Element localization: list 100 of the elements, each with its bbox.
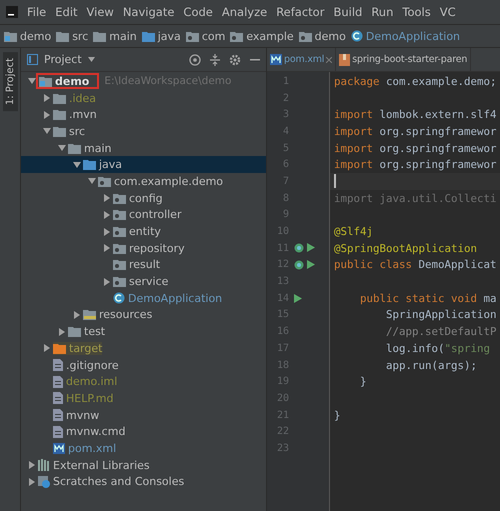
menu-item[interactable]: Run <box>371 5 394 19</box>
code-line: app.run(args); <box>385 358 478 372</box>
tree-row[interactable]: DemoApplication <box>21 290 266 307</box>
collapse-arrow-icon[interactable] <box>28 77 36 86</box>
menu-item[interactable]: VC <box>440 5 456 19</box>
maven-icon <box>270 54 282 65</box>
breadcrumb[interactable]: src <box>56 30 88 42</box>
tree-row[interactable]: Scratches and Consoles <box>21 474 266 490</box>
tree-row[interactable]: .idea <box>21 90 266 106</box>
package-icon <box>298 30 312 42</box>
menu-item[interactable]: Edit <box>55 5 78 19</box>
menu-item[interactable]: Navigate <box>122 5 174 19</box>
tree-row[interactable]: java <box>21 156 266 174</box>
class-icon <box>350 30 363 42</box>
breadcrumb[interactable]: DemoApplication <box>350 30 460 42</box>
close-icon[interactable] <box>326 56 332 62</box>
settings-icon[interactable] <box>229 54 241 66</box>
tree-item-label: service <box>129 275 168 288</box>
package-icon <box>98 176 111 187</box>
bean-icon[interactable] <box>294 260 304 270</box>
dropdown-icon[interactable] <box>88 57 95 62</box>
package-icon <box>113 242 126 254</box>
tree-item-label: demo <box>55 74 90 88</box>
package-icon <box>186 30 199 42</box>
tree-row[interactable]: service <box>21 273 266 290</box>
tree-row[interactable]: pom.xml <box>21 440 266 457</box>
panel-title[interactable]: Project <box>44 53 82 66</box>
minimize-icon[interactable] <box>250 58 260 60</box>
menu-item[interactable]: Build <box>333 5 362 19</box>
folder-icon <box>53 342 66 354</box>
code-line: public static void ma <box>359 292 497 305</box>
editor-tab[interactable]: spring-boot-starter-paren <box>336 48 472 71</box>
folder-icon <box>93 30 106 42</box>
breadcrumb[interactable]: demo <box>298 30 346 42</box>
tree-item-label: External Libraries <box>53 458 150 472</box>
folder-icon <box>83 309 96 320</box>
folder-icon <box>68 326 81 338</box>
tree-item-label: controller <box>129 208 182 222</box>
folder-icon <box>83 159 96 170</box>
target-icon[interactable] <box>189 54 201 66</box>
tree-row[interactable]: demo.iml <box>21 373 266 390</box>
library-icon <box>38 459 50 472</box>
code-line: //app.setDefaultP <box>385 325 497 338</box>
code-line: import java.util.Collecti <box>334 192 497 205</box>
tree-row[interactable]: .gitignore <box>21 356 266 374</box>
expand-arrow-icon[interactable] <box>102 278 110 286</box>
menu-item[interactable]: Code <box>183 5 213 19</box>
tree-row[interactable]: config <box>21 190 266 206</box>
tree-row[interactable]: target <box>21 340 266 357</box>
tree-item-label: target <box>69 342 102 355</box>
run-icon[interactable] <box>294 294 302 303</box>
file-icon <box>53 392 63 404</box>
tree-row[interactable]: External Libraries <box>21 456 266 474</box>
package-icon <box>230 30 244 42</box>
menu-item[interactable]: Refactor <box>276 5 324 19</box>
side-tab[interactable]: 1: Project <box>2 52 18 112</box>
tree-item-label: mvnw.cmd <box>66 425 126 438</box>
tree-row[interactable]: test <box>21 323 266 340</box>
code-line: @Slf4j <box>334 225 374 238</box>
tree-item-label: resources <box>99 308 152 322</box>
tree-row[interactable]: entity <box>21 223 266 240</box>
tree-row[interactable]: src <box>21 123 266 140</box>
tree-row[interactable]: result <box>21 256 266 274</box>
tree-item-label: main <box>84 142 112 155</box>
tree-row[interactable]: mvnw <box>21 406 266 424</box>
code-line: import lombok.extern.slf4 <box>334 108 497 122</box>
menu-item[interactable]: Analyze <box>222 5 268 19</box>
menu-item[interactable]: View <box>86 5 114 19</box>
tree-row[interactable]: com.example.demo <box>21 173 266 190</box>
breadcrumb[interactable]: demo <box>4 30 52 42</box>
tree-item-label: repository <box>129 242 185 255</box>
collapse-all-icon[interactable] <box>210 54 220 66</box>
tree-item-label: DemoApplication <box>128 292 222 305</box>
code-line: } <box>334 408 341 422</box>
breadcrumb[interactable]: example <box>230 30 294 42</box>
breadcrumb[interactable]: main <box>93 30 137 42</box>
breadcrumb[interactable]: com <box>186 30 226 42</box>
tree-item-label: src <box>69 124 86 138</box>
breadcrumb[interactable]: java <box>142 30 181 42</box>
tree-row[interactable]: resources <box>21 306 266 324</box>
menu-item[interactable]: File <box>27 5 46 19</box>
bean-icon[interactable] <box>294 243 304 254</box>
tree-row[interactable]: main <box>21 140 266 156</box>
editor-tab[interactable]: pom.xml <box>267 48 336 71</box>
tree-item-label: Scratches and Consoles <box>53 475 184 488</box>
menu-item[interactable]: Tools <box>402 5 431 19</box>
tree-row[interactable]: .mvn <box>21 106 266 124</box>
tree-row[interactable]: HELP.md <box>21 390 266 407</box>
app-logo-icon <box>6 6 18 18</box>
tree-row[interactable]: repository <box>21 240 266 257</box>
tree-item-label: HELP.md <box>66 392 114 405</box>
module-icon <box>4 30 17 42</box>
package-icon <box>113 209 126 220</box>
code-line: log.info("spring <box>385 342 490 355</box>
code-line: SpringApplication <box>385 308 497 322</box>
tree-row[interactable]: mvnw.cmd <box>21 423 266 440</box>
file-icon <box>53 376 63 388</box>
folder-icon <box>53 126 66 137</box>
tree-row[interactable]: controller <box>21 206 266 224</box>
tree-item-label: config <box>129 192 163 205</box>
